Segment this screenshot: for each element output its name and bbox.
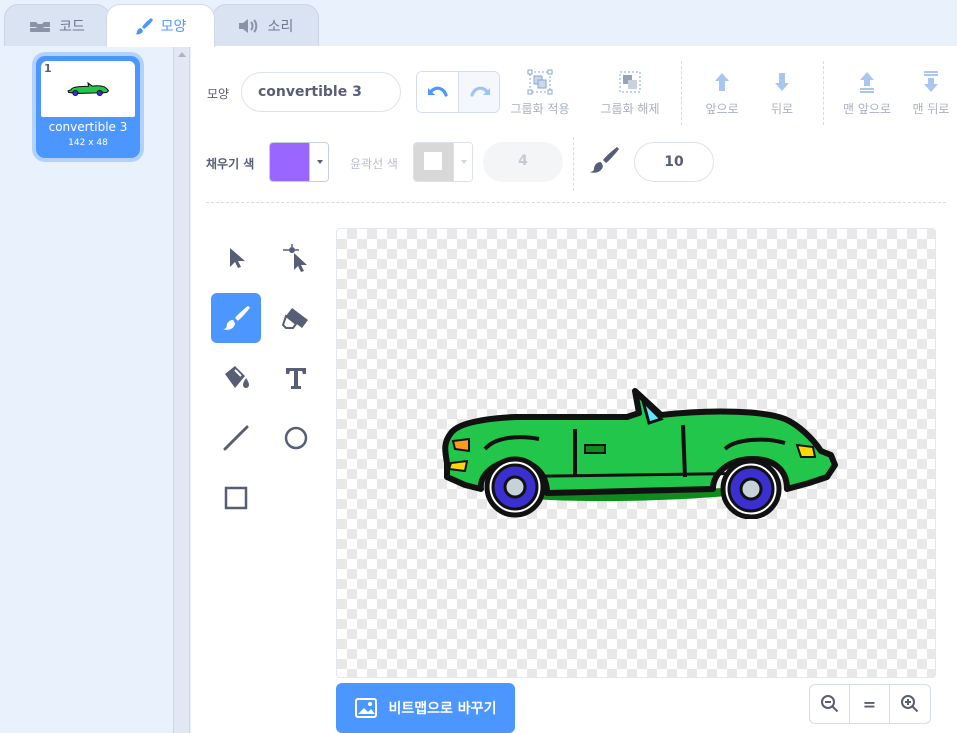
redo-icon [470,86,490,97]
zoom-controls: = [809,684,931,724]
rectangle-icon [224,486,248,510]
backward-label: 뒤로 [770,102,794,116]
brush-icon [223,305,250,330]
toolbar-divider [573,137,574,191]
send-to-back-button[interactable]: 맨 뒤로 [891,68,957,120]
zoom-in-icon [901,695,919,713]
image-icon [354,698,377,718]
costume-thumbnail [41,61,135,117]
move-backward-icon [775,73,789,91]
bring-to-front-icon [860,72,874,93]
zoom-out-icon [820,695,838,713]
reshape-tool[interactable] [271,233,321,283]
undo-redo-group [416,71,500,113]
outline-color-label: 윤곽선 색 [350,157,398,171]
outline-color-swatch [414,143,453,181]
brush-size-input[interactable]: 10 [634,142,714,182]
convertible-car-costume [442,388,838,519]
convert-to-bitmap-label: 비트맵으로 바꾸기 [388,701,497,717]
group-label: 그룹화 적용 [510,102,570,116]
send-to-back-label: 맨 뒤로 [912,102,950,116]
eraser-icon [282,308,308,329]
brush-size-icon [589,146,619,178]
brush-icon [134,17,153,35]
editor-tabs: 코드 모양 소리 [0,0,957,65]
paint-editor: 모양 convertible 3 그룹화 적용 그룹화 해제 앞으로 뒤로 맨 … [191,46,957,733]
tab-costumes[interactable]: 모양 [106,4,215,47]
ungroup-icon [619,71,641,93]
costume-name-label: convertible 3 [48,120,128,134]
tab-code[interactable]: 코드 [4,4,110,46]
fill-tool[interactable] [211,353,261,403]
paint-bucket-icon [225,366,249,388]
toolbar-divider [823,61,824,125]
redo-button[interactable] [459,72,499,112]
arrow-select-icon [230,248,245,268]
costume-list: 1 convertible 3 142 x 48 [0,46,174,733]
car-thumbnail-icon [67,81,109,96]
undo-button[interactable] [417,72,459,112]
move-forward-icon [715,73,729,91]
tab-costumes-label: 모양 [160,19,187,35]
backward-button[interactable]: 뒤로 [742,68,822,120]
costume-name-field-label: 모양 [207,87,230,101]
tab-sounds[interactable]: 소리 [212,4,319,46]
code-icon [29,19,51,33]
outline-width-input[interactable]: 4 [483,142,563,182]
tab-code-label: 코드 [59,18,85,35]
ungroup-label: 그룹화 해제 [600,102,660,116]
zoom-in-button[interactable] [890,685,930,723]
line-icon [223,425,249,451]
rectangle-tool[interactable] [211,473,261,523]
circle-tool[interactable] [271,413,321,463]
group-button[interactable]: 그룹화 적용 [500,68,580,120]
scroll-up-arrow-icon[interactable] [178,52,186,57]
select-tool[interactable] [211,233,261,283]
brush-tool[interactable] [211,293,261,343]
outline-color-picker[interactable] [413,142,473,182]
undo-icon [427,86,448,97]
fill-color-label: 채우기 색 [206,157,255,171]
costume-list-scrollbar[interactable] [174,46,190,733]
ungroup-button[interactable]: 그룹화 해제 [590,68,670,120]
convert-to-bitmap-button[interactable]: 비트맵으로 바꾸기 [336,683,515,733]
fill-color-swatch [270,143,309,181]
fill-dropdown-arrow-icon [309,143,328,181]
line-tool[interactable] [211,413,261,463]
reshape-icon [283,244,307,272]
text-tool[interactable] [271,353,321,403]
fill-color-picker[interactable] [269,142,329,182]
outline-dropdown-arrow-icon [453,143,472,181]
toolbar-divider-horizontal [206,202,946,203]
text-icon [286,368,306,389]
group-icon [527,69,553,95]
circle-icon [284,426,308,450]
costume-size-label: 142 x 48 [68,138,108,148]
send-to-back-icon [924,71,938,92]
zoom-out-button[interactable] [810,685,850,723]
drawing-canvas[interactable] [336,228,936,678]
tab-sounds-label: 소리 [267,18,294,35]
costume-item[interactable]: 1 convertible 3 142 x 48 [36,56,140,158]
costume-number: 1 [44,62,52,75]
eraser-tool[interactable] [271,293,321,343]
zoom-reset-button[interactable]: = [850,685,890,723]
costume-name-input[interactable]: convertible 3 [241,72,401,112]
speaker-icon [238,18,260,34]
